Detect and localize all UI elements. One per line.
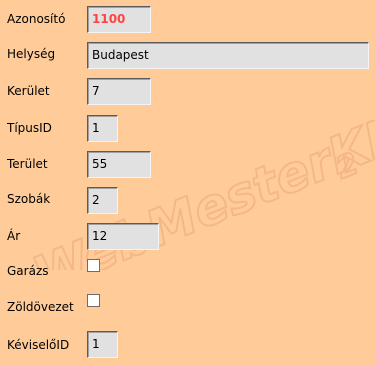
zoldovezet-checkbox[interactable] <box>87 294 100 307</box>
ar-label: Ár <box>7 229 21 243</box>
tipusid-label: TípusID <box>7 121 52 135</box>
kerulet-label: Kerület <box>7 84 50 98</box>
azonosito-field[interactable]: 1100 <box>87 6 151 33</box>
helyseg-label: Helység <box>7 47 56 61</box>
watermark-text: WebMesterKE <box>25 120 375 270</box>
keviseloid-field[interactable]: 1 <box>87 331 118 358</box>
szobak-label: Szobák <box>7 192 51 206</box>
terulet-label: Terület <box>7 157 48 171</box>
terulet-field[interactable]: 55 <box>87 151 151 178</box>
zoldovezet-label: Zöldövezet <box>7 300 74 314</box>
keviseloid-label: KéviselőID <box>7 338 70 352</box>
szobak-field[interactable]: 2 <box>87 187 118 214</box>
watermark: WebMesterKE 2 <box>24 120 375 270</box>
tipusid-field[interactable]: 1 <box>87 115 118 142</box>
ar-field[interactable]: 12 <box>87 223 159 250</box>
helyseg-field[interactable]: Budapest <box>87 42 369 69</box>
watermark-suffix: 2 <box>331 146 363 186</box>
azonosito-label: Azonosító <box>7 12 66 26</box>
garazs-label: Garázs <box>7 264 49 278</box>
garazs-checkbox[interactable] <box>87 259 100 272</box>
kerulet-field[interactable]: 7 <box>87 78 151 105</box>
